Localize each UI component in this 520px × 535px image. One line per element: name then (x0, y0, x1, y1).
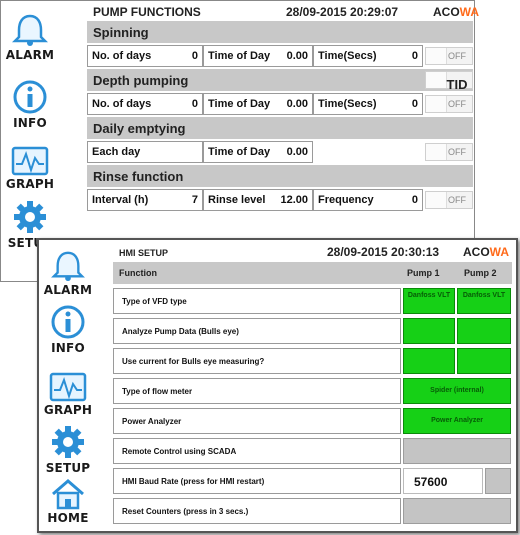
datetime: 28/09-2015 20:29:07 (286, 5, 399, 19)
datetime: 28/09-2015 20:30:13 (327, 245, 440, 259)
rinse-frequency-value: 0 (411, 194, 418, 206)
table-row: HMI Baud Rate (press for HMI restart) 57… (113, 468, 512, 494)
nav-graph-label: GRAPH (43, 403, 93, 417)
gear-icon (14, 201, 46, 233)
pump1-bullseye-toggle[interactable] (403, 318, 455, 344)
nav-alarm-label: ALARM (43, 283, 93, 297)
nav-graph-label: GRAPH (5, 177, 55, 191)
pump2-vfd-cell[interactable]: Danfoss VLT (457, 288, 511, 314)
page-title: HMI SETUP (119, 248, 169, 258)
home-icon (52, 479, 84, 510)
table-row: Reset Counters (press in 3 secs.) (113, 498, 512, 524)
pump2-current-toggle[interactable] (457, 348, 511, 374)
info-icon (13, 80, 47, 114)
nav-alarm-label: ALARM (5, 48, 55, 62)
rinse-interval-value: 7 (191, 194, 198, 206)
hmi-setup-table: Function Pump 1 Pump 2 Type of VFD type … (113, 262, 512, 532)
graph-icon (49, 372, 87, 402)
baud-rate-button[interactable] (485, 468, 511, 494)
bell-icon (12, 14, 48, 46)
graph-icon (11, 146, 49, 176)
nav-info-label: INFO (13, 116, 47, 130)
pump-functions-table: Spinning No. of days 0 Time of Day 0.00 Ti… (87, 21, 473, 243)
sidebar: ALARM INFO GRAPH (39, 240, 97, 531)
spinning-row: No. of days 0 Time of Day 0.00 Time(Secs) 0… (87, 45, 473, 67)
nav-alarm[interactable]: ALARM (1, 13, 59, 62)
page-title: PUMP FUNCTIONS (93, 5, 201, 19)
spinning-days-value: 0 (191, 50, 198, 62)
rinse-row: Interval (h) 7 Rinse level 12.00 Frequency… (87, 189, 473, 211)
depth-toggle[interactable]: OFF (425, 95, 473, 113)
table-row: Remote Control using SCADA (113, 438, 512, 464)
reset-counters-button[interactable] (403, 498, 511, 524)
baud-rate-field[interactable]: 57600 (403, 468, 483, 494)
table-row: Type of flow meter Spider (internal) (113, 378, 512, 404)
spinning-toggle[interactable]: OFF (425, 47, 473, 65)
table-row: Type of VFD type Danfoss VLT Danfoss VLT (113, 288, 512, 314)
depth-tod-value: 0.00 (286, 98, 308, 110)
depth-row: No. of days 0 Time of Day 0.00 Time(Secs) 0… (87, 93, 473, 115)
depth-top-toggle[interactable]: TID (425, 71, 473, 92)
nav-graph[interactable]: GRAPH (1, 146, 59, 191)
rinse-level-value: 12.00 (280, 194, 308, 206)
section-daily-emptying: Daily emptying (87, 117, 473, 139)
table-header: Function Pump 1 Pump 2 (113, 262, 512, 284)
info-icon (51, 305, 85, 339)
daily-toggle[interactable]: OFF (425, 143, 473, 161)
hmi-setup-window: ALARM INFO GRAPH SETUP HOME HMI SETUP 28… (37, 238, 518, 533)
table-row: Use current for Bulls eye measuring? (113, 348, 512, 374)
table-row: Analyze Pump Data (Bulls eye) (113, 318, 512, 344)
flow-meter-select[interactable]: Spider (internal) (403, 378, 511, 404)
depth-days-value: 0 (191, 98, 198, 110)
nav-graph[interactable]: GRAPH (39, 372, 97, 417)
section-spinning: Spinning (87, 21, 473, 43)
pump1-vfd-cell[interactable]: Danfoss VLT (403, 288, 455, 314)
nav-setup-label: SETUP (45, 461, 91, 475)
nav-info[interactable]: INFO (39, 304, 97, 355)
gear-icon (52, 426, 84, 458)
section-rinse-function: Rinse function (87, 165, 473, 187)
power-analyzer-select[interactable]: Power Analyzer (403, 408, 511, 434)
spinning-secs-value: 0 (411, 50, 418, 62)
nav-alarm[interactable]: ALARM (39, 250, 97, 297)
logo: ACOWA (433, 5, 480, 19)
rinse-toggle[interactable]: OFF (425, 191, 473, 209)
pump1-current-toggle[interactable] (403, 348, 455, 374)
daily-row: Each day Time of Day 0.00 OFF (87, 141, 473, 163)
scada-toggle[interactable] (403, 438, 511, 464)
nav-info[interactable]: INFO (1, 79, 59, 130)
nav-info-label: INFO (51, 341, 85, 355)
nav-setup[interactable]: SETUP (39, 424, 97, 475)
section-depth-pumping: Depth pumping TID (87, 69, 473, 92)
nav-home[interactable]: HOME (39, 478, 97, 525)
logo: ACOWA (463, 245, 510, 259)
pump2-bullseye-toggle[interactable] (457, 318, 511, 344)
table-row: Power Analyzer Power Analyzer (113, 408, 512, 434)
daily-tod-value: 0.00 (286, 146, 308, 158)
depth-secs-value: 0 (411, 98, 418, 110)
nav-home-label: HOME (47, 511, 89, 525)
bell-icon (51, 251, 85, 282)
spinning-tod-value: 0.00 (286, 50, 308, 62)
